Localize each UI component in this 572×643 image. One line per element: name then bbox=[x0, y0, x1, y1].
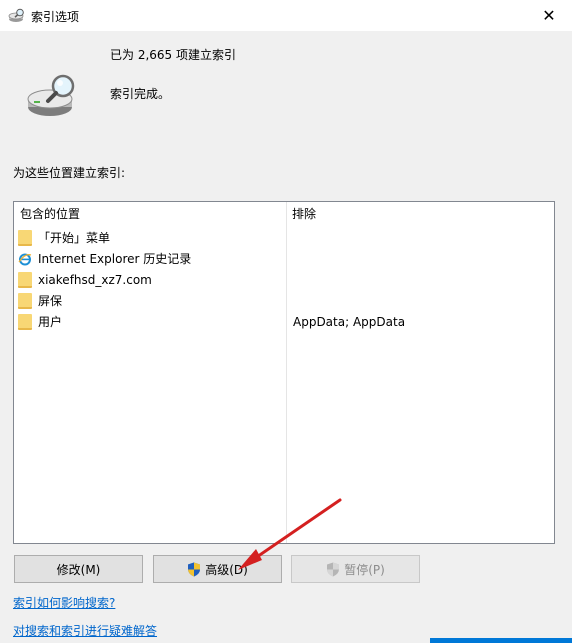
list-item[interactable]: Internet Explorer 历史记录 bbox=[18, 248, 548, 269]
advanced-button-label: 高级(D) bbox=[205, 562, 248, 577]
indexing-drive-magnifier-icon bbox=[27, 74, 75, 116]
list-item[interactable]: 用户 AppData; AppData bbox=[18, 311, 548, 332]
folder-icon bbox=[18, 292, 32, 309]
pause-button-label: 暂停(P) bbox=[344, 562, 385, 577]
modify-button-label: 修改(M) bbox=[56, 562, 101, 577]
location-name: 屏保 bbox=[38, 294, 63, 308]
indexing-options-icon bbox=[8, 8, 24, 22]
column-header-included-locations[interactable]: 包含的位置 bbox=[14, 202, 286, 226]
location-name: Internet Explorer 历史记录 bbox=[38, 252, 192, 266]
window-title: 索引选项 bbox=[31, 10, 80, 24]
exclude-value: AppData; AppData bbox=[293, 314, 406, 329]
pause-button[interactable]: 暂停(P) bbox=[291, 555, 420, 583]
close-button[interactable]: ✕ bbox=[526, 0, 572, 31]
list-item[interactable]: 「开始」菜单 bbox=[18, 227, 548, 248]
advanced-button[interactable]: 高级(D) bbox=[153, 555, 282, 583]
location-name: 「开始」菜单 bbox=[38, 231, 111, 245]
indexed-locations-list[interactable]: 包含的位置 排除 「开始」菜单 Internet Explorer 历史记录 x… bbox=[13, 201, 555, 544]
uac-shield-icon bbox=[327, 562, 340, 576]
column-header-exclude[interactable]: 排除 bbox=[286, 202, 554, 226]
uac-shield-icon bbox=[188, 562, 201, 576]
folder-icon bbox=[18, 271, 32, 288]
location-name: xiakefhsd_xz7.com bbox=[38, 272, 152, 287]
indexed-count-text: 已为 2,665 项建立索引 bbox=[110, 48, 236, 62]
location-name: 用户 bbox=[38, 315, 63, 329]
close-icon: ✕ bbox=[542, 6, 556, 25]
locations-section-label: 为这些位置建立索引: bbox=[13, 166, 126, 180]
modify-button[interactable]: 修改(M) bbox=[14, 555, 143, 583]
list-item[interactable]: 屏保 bbox=[18, 290, 548, 311]
troubleshoot-search-link[interactable]: 对搜索和索引进行疑难解答 bbox=[13, 622, 157, 639]
how-indexing-affects-search-link[interactable]: 索引如何影响搜索? bbox=[13, 594, 115, 611]
indexing-status-text: 索引完成。 bbox=[110, 87, 171, 101]
list-item[interactable]: xiakefhsd_xz7.com bbox=[18, 269, 548, 290]
internet-explorer-icon bbox=[18, 253, 32, 265]
title-bar: 索引选项 ✕ bbox=[0, 0, 572, 31]
folder-icon bbox=[18, 229, 32, 246]
window-edge-strip bbox=[430, 638, 572, 643]
folder-icon bbox=[18, 313, 32, 330]
